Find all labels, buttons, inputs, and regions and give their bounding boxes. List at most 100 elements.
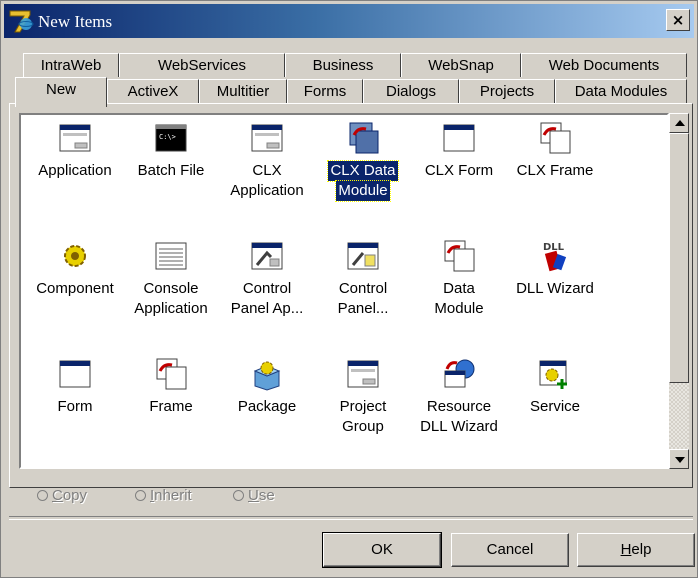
tab-activex[interactable]: ActiveX	[107, 79, 199, 103]
application-window-icon	[59, 124, 91, 152]
tab-intraweb[interactable]: IntraWeb	[23, 53, 119, 77]
radio-circle-icon	[37, 490, 48, 501]
use-accelerator: U	[248, 487, 259, 504]
item-label: Package	[237, 398, 297, 415]
item-clx-frame[interactable]: CLX Frame	[507, 121, 603, 181]
item-dll-wizard[interactable]: DLL DLL Wizard	[507, 239, 603, 299]
inherit-radio[interactable]: Inherit	[135, 487, 192, 504]
tab-new[interactable]: New	[15, 77, 107, 107]
item-label: Control	[242, 280, 292, 297]
item-label: DLL Wizard	[516, 280, 594, 297]
help-label: elp	[631, 541, 652, 558]
item-label: Frame	[149, 398, 193, 415]
item-service[interactable]: Service	[507, 357, 603, 417]
delphi-7-icon	[9, 10, 34, 33]
item-label-line2: Panel...	[337, 300, 389, 317]
package-icon	[253, 361, 281, 391]
help-accelerator: H	[620, 541, 632, 558]
clx-frame-icon	[540, 122, 571, 154]
arrow-down-icon	[675, 457, 685, 463]
arrow-up-icon	[675, 120, 685, 126]
item-application[interactable]: Application	[27, 121, 123, 181]
tab-forms[interactable]: Forms	[287, 79, 363, 103]
console-application-icon	[155, 242, 187, 270]
scroll-down-button[interactable]	[669, 449, 689, 469]
item-project-group[interactable]: Project Group	[315, 357, 411, 437]
item-clx-application[interactable]: CLX Application	[219, 121, 315, 201]
item-label: Console	[143, 280, 199, 297]
item-label-line2: Application	[134, 300, 208, 317]
item-package[interactable]: Package	[219, 357, 315, 417]
tab-multitier[interactable]: Multitier	[199, 79, 287, 103]
item-label: Form	[57, 398, 93, 415]
project-group-icon	[347, 360, 379, 388]
item-label-line2: Module	[335, 180, 391, 202]
item-batch-file[interactable]: C:\> Batch File	[123, 121, 219, 181]
scroll-thumb[interactable]	[669, 133, 689, 383]
component-gear-icon	[64, 245, 86, 267]
radio-circle-icon	[233, 490, 244, 501]
control-panel-application-icon	[251, 242, 283, 270]
item-clx-data-module[interactable]: CLX Data Module	[315, 121, 411, 202]
divider	[9, 516, 693, 520]
tab-data-modules[interactable]: Data Modules	[555, 79, 687, 103]
inherit-label: nherit	[154, 487, 192, 504]
tab-projects[interactable]: Projects	[459, 79, 555, 103]
use-label: se	[258, 487, 275, 504]
dll-wizard-icon: DLL	[543, 242, 567, 272]
item-component[interactable]: Component	[27, 239, 123, 299]
copy-accelerator: C	[52, 487, 63, 504]
copy-label: opy	[62, 487, 88, 504]
use-radio[interactable]: Use	[233, 487, 275, 504]
tab-websnap[interactable]: WebSnap	[401, 53, 521, 77]
item-label-line2: Panel Ap...	[230, 300, 304, 317]
item-label: Component	[36, 280, 114, 297]
item-label: CLX Data	[327, 160, 399, 182]
resource-dll-wizard-icon	[444, 359, 475, 388]
item-label-line2: Module	[434, 300, 484, 317]
clx-application-icon	[251, 124, 283, 152]
item-label: Control	[338, 280, 388, 297]
clx-data-module-icon	[349, 122, 379, 154]
item-resource-dll-wizard[interactable]: Resource DLL Wizard	[411, 357, 507, 437]
tab-business[interactable]: Business	[285, 53, 401, 77]
item-label: Application	[38, 162, 112, 179]
item-label: Batch File	[137, 162, 205, 179]
svg-text:DLL: DLL	[543, 242, 565, 253]
item-form[interactable]: Form	[27, 357, 123, 417]
cancel-button[interactable]: Cancel	[451, 533, 569, 567]
item-control-panel-module[interactable]: Control Panel...	[315, 239, 411, 319]
help-button[interactable]: Help	[577, 533, 695, 567]
svg-text:C:\>: C:\>	[159, 133, 176, 141]
scroll-up-button[interactable]	[669, 113, 689, 133]
new-items-dialog: New Items × IntraWeb WebServices Busines…	[0, 0, 698, 578]
window-title: New Items	[38, 12, 113, 31]
item-label: CLX Frame	[516, 162, 594, 179]
service-icon	[539, 360, 567, 389]
item-clx-form[interactable]: CLX Form	[411, 121, 507, 181]
tab-webservices[interactable]: WebServices	[119, 53, 285, 77]
data-module-icon	[444, 240, 475, 272]
item-label-line2: Group	[342, 418, 384, 435]
item-label: CLX Form	[424, 162, 494, 179]
batch-file-icon: C:\>	[155, 124, 187, 152]
item-control-panel-application[interactable]: Control Panel Ap...	[219, 239, 315, 319]
clx-form-icon	[443, 124, 475, 152]
frame-icon	[156, 358, 187, 390]
item-label: Data	[443, 280, 475, 297]
item-console-application[interactable]: Console Application	[123, 239, 219, 319]
title-bar[interactable]: New Items ×	[4, 4, 694, 38]
control-panel-module-icon	[347, 242, 379, 270]
tab-dialogs[interactable]: Dialogs	[363, 79, 459, 103]
item-data-module[interactable]: Data Module	[411, 239, 507, 319]
tab-web-documents[interactable]: Web Documents	[521, 53, 687, 77]
item-label-line2: DLL Wizard	[420, 418, 498, 435]
item-label: Resource	[426, 398, 492, 415]
item-frame[interactable]: Frame	[123, 357, 219, 417]
ok-button[interactable]: OK	[322, 532, 442, 568]
radio-circle-icon	[135, 490, 146, 501]
item-label: Service	[529, 398, 581, 415]
close-button[interactable]: ×	[666, 9, 690, 31]
copy-radio[interactable]: Copy	[37, 487, 87, 504]
vertical-scrollbar[interactable]	[669, 113, 689, 469]
